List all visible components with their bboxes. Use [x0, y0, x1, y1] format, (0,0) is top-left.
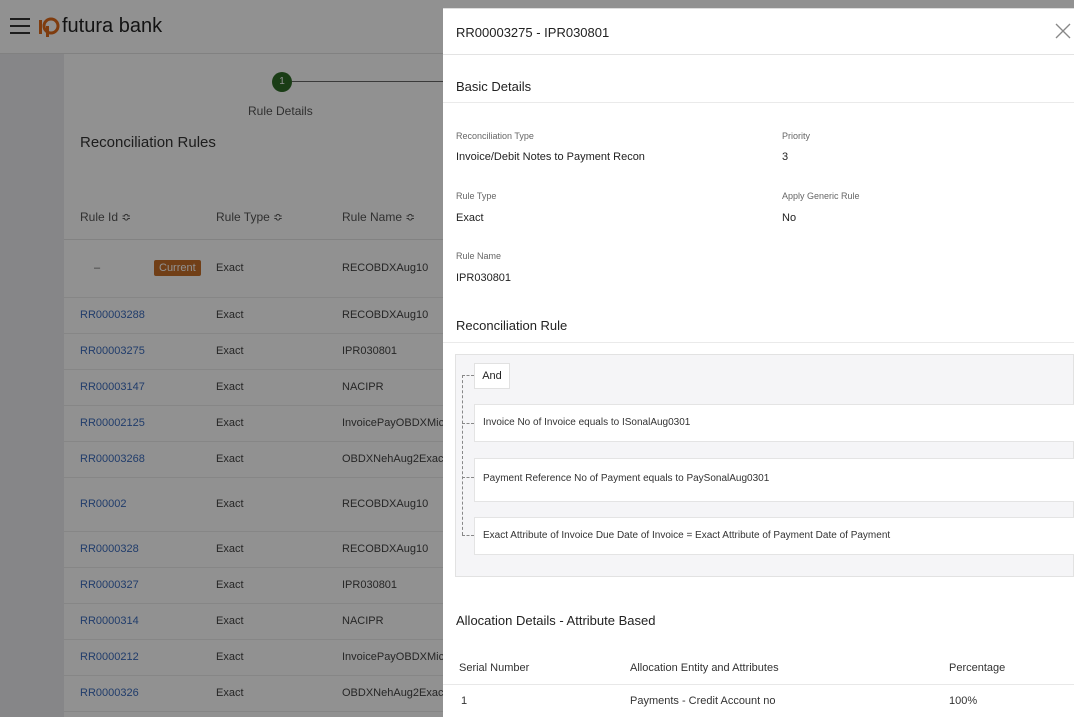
rule-type-label: Rule Type	[456, 191, 497, 201]
column-header-entity: Allocation Entity and Attributes	[630, 662, 779, 674]
generic-rule-value: No	[782, 212, 797, 224]
and-operator[interactable]: And	[474, 363, 510, 389]
tree-branch	[462, 477, 474, 478]
allocation-percentage: 100%	[949, 695, 978, 707]
recon-type-value: Invoice/Debit Notes to Payment Recon	[456, 151, 645, 163]
condition-text: Exact Attribute of Invoice Due Date of I…	[483, 530, 891, 541]
priority-value: 3	[782, 151, 789, 163]
rule-name-label: Rule Name	[456, 251, 502, 261]
tree-branch	[462, 375, 474, 376]
rule-detail-panel: RR00003275 - IPR030801 Basic Details Rec…	[443, 8, 1074, 717]
table-row: 1 Payments - Credit Account no 100%	[443, 685, 1074, 717]
recon-type-label: Reconciliation Type	[456, 131, 534, 141]
tree-branch	[462, 535, 474, 536]
section-divider	[443, 102, 1074, 103]
panel-header: RR00003275 - IPR030801	[443, 9, 1074, 55]
panel-title: RR00003275 - IPR030801	[456, 25, 610, 40]
condition-row[interactable]: Exact Attribute of Invoice Due Date of I…	[474, 517, 1074, 555]
allocation-entity: Payments - Credit Account no	[630, 695, 776, 707]
column-header-percentage: Percentage	[949, 662, 1006, 674]
generic-rule-label: Apply Generic Rule	[782, 191, 860, 201]
condition-row[interactable]: Invoice No of Invoice equals to ISonalAu…	[474, 404, 1074, 442]
condition-row[interactable]: Payment Reference No of Payment equals t…	[474, 458, 1074, 502]
column-header-serial: Serial Number	[459, 662, 530, 674]
recon-rule-title: Reconciliation Rule	[456, 318, 568, 333]
basic-details-title: Basic Details	[456, 79, 532, 94]
condition-text: Invoice No of Invoice equals to ISonalAu…	[483, 417, 691, 428]
rule-tree: And Invoice No of Invoice equals to ISon…	[455, 354, 1074, 577]
tree-branch	[462, 423, 474, 424]
allocation-table-header: Serial Number Allocation Entity and Attr…	[443, 651, 1074, 685]
serial-number: 1	[461, 695, 468, 707]
priority-label: Priority	[782, 131, 811, 141]
rule-name-value: IPR030801	[456, 272, 512, 284]
allocation-title: Allocation Details - Attribute Based	[456, 613, 656, 628]
rule-type-value: Exact	[456, 212, 484, 224]
close-icon[interactable]	[1053, 21, 1073, 41]
tree-connector	[462, 375, 463, 535]
section-divider	[443, 342, 1074, 343]
condition-text: Payment Reference No of Payment equals t…	[483, 473, 770, 484]
